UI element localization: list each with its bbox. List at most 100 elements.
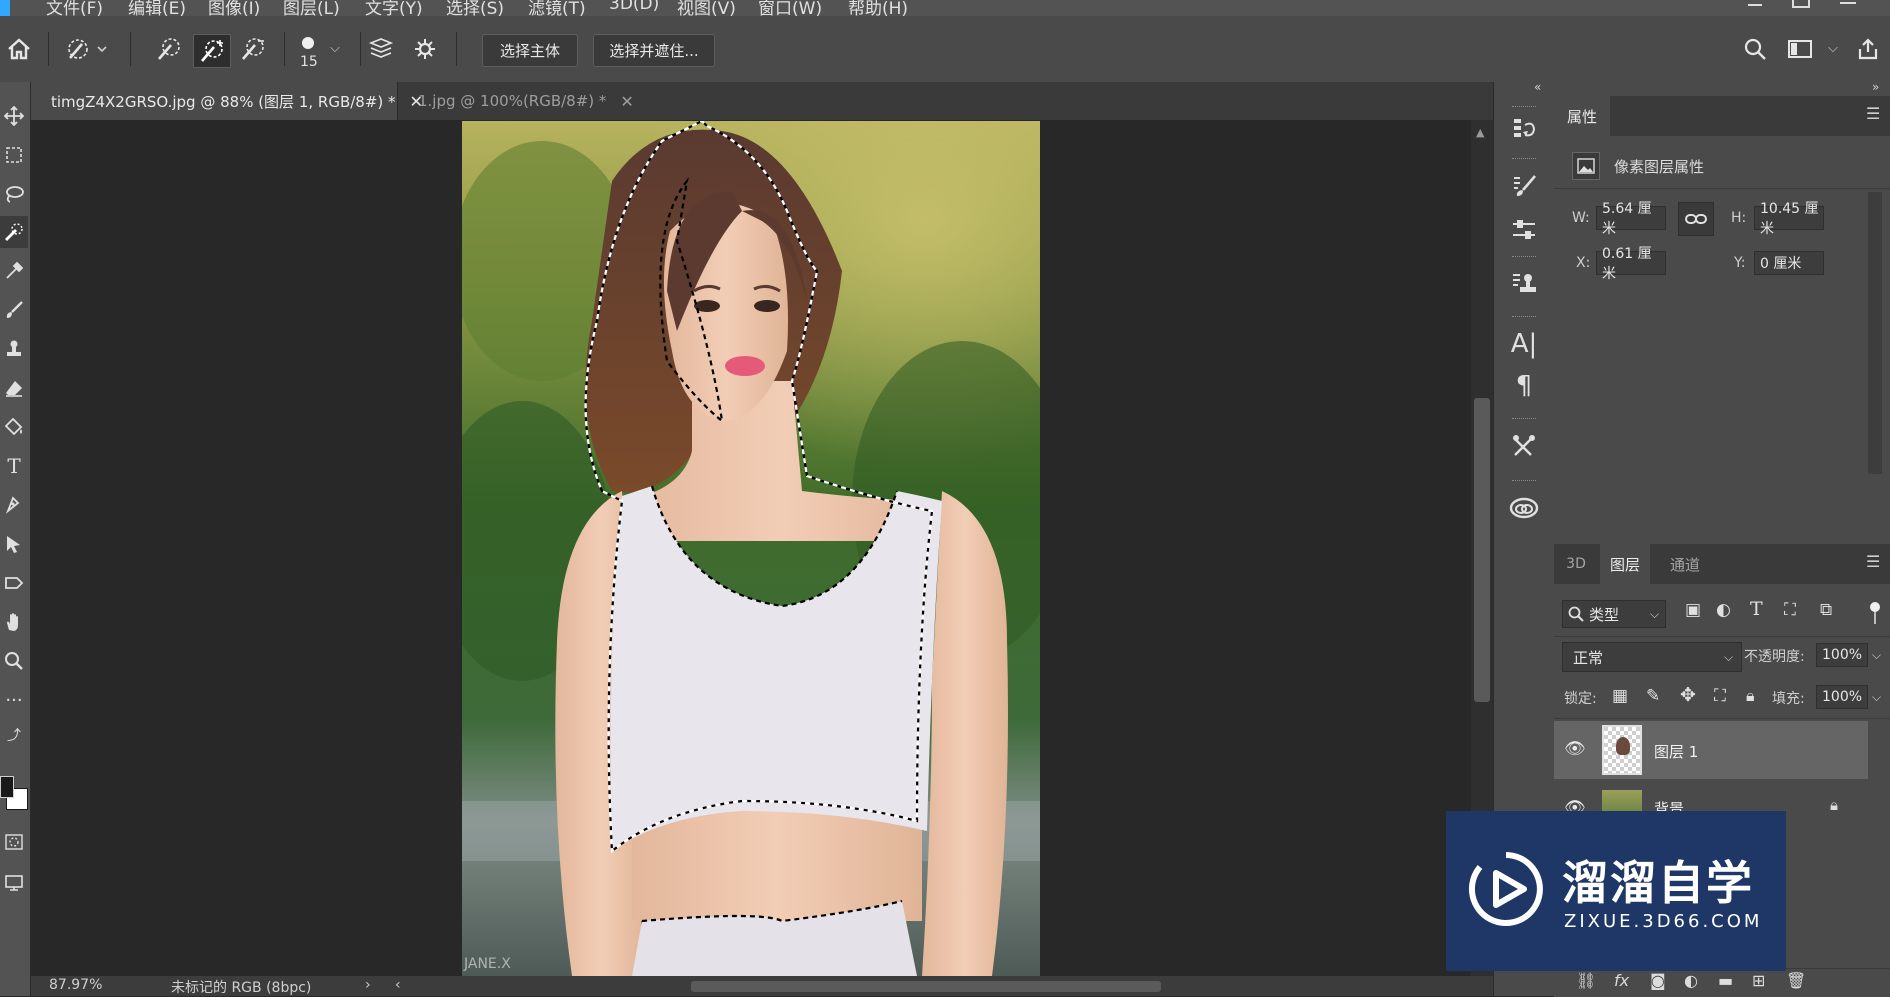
height-field[interactable]: 10.45 厘米: [1754, 201, 1824, 237]
new-selection-icon[interactable]: [152, 34, 186, 64]
more-tools-icon[interactable]: ···: [0, 684, 28, 716]
link-dimensions-icon[interactable]: [1678, 202, 1714, 236]
menu-file[interactable]: 文件(F): [46, 0, 103, 16]
history-icon[interactable]: [1504, 110, 1544, 146]
menu-window[interactable]: 窗口(W): [758, 0, 822, 16]
panel-menu-icon[interactable]: ☰: [1866, 104, 1880, 123]
swap-colors-icon[interactable]: ⤴: [0, 724, 28, 746]
scroll-left-icon[interactable]: ‹: [395, 977, 401, 993]
y-field[interactable]: 0 厘米: [1754, 251, 1824, 275]
menu-select[interactable]: 选择(S): [446, 0, 504, 16]
menu-layer[interactable]: 图层(L): [283, 0, 340, 16]
new-layer-icon[interactable]: ⊞: [1752, 971, 1765, 990]
adjustment-layer-icon[interactable]: ◐: [1684, 971, 1698, 990]
stamp-tool-icon[interactable]: [0, 333, 28, 365]
chevron-down-icon[interactable]: ⌵: [1828, 41, 1838, 56]
blend-mode-dropdown[interactable]: 正常: [1562, 642, 1742, 672]
home-icon[interactable]: [4, 34, 34, 64]
properties-scrollbar[interactable]: [1868, 192, 1882, 474]
zoom-level[interactable]: 87.97%: [49, 977, 102, 993]
marquee-tool-icon[interactable]: [0, 139, 28, 171]
vertical-scrollbar-thumb[interactable]: [1474, 398, 1490, 702]
enhance-edge-icon[interactable]: [410, 34, 440, 64]
select-subject-button[interactable]: 选择主体: [482, 34, 578, 67]
libraries-icon[interactable]: [1504, 490, 1544, 526]
eye-icon[interactable]: 👁︎: [1564, 739, 1586, 759]
lock-artboard-icon[interactable]: ⛶: [1714, 686, 1726, 706]
lock-all-icon[interactable]: 🔒︎: [1746, 686, 1755, 706]
expand-icon[interactable]: »: [1872, 80, 1879, 94]
move-tool-icon[interactable]: [0, 100, 28, 132]
menu-help[interactable]: 帮助(H): [848, 0, 908, 16]
paint-bucket-tool-icon[interactable]: [0, 411, 28, 443]
filter-adjustment-icon[interactable]: ◐: [1716, 600, 1731, 620]
add-mask-icon[interactable]: ◙: [1650, 971, 1666, 990]
eyedropper-tool-icon[interactable]: [0, 255, 28, 287]
restore-button[interactable]: [1792, 0, 1810, 8]
link-layers-icon[interactable]: ⛓︎: [1576, 971, 1596, 990]
select-and-mask-button[interactable]: 选择并遮住...: [593, 34, 715, 67]
sample-all-layers-icon[interactable]: [366, 34, 396, 64]
scroll-up-icon[interactable]: ▲: [1476, 126, 1484, 139]
panel-menu-icon[interactable]: ☰: [1866, 552, 1880, 571]
paragraph-icon[interactable]: ¶: [1504, 368, 1544, 404]
tools-preset-icon[interactable]: [1504, 428, 1544, 464]
chevron-down-icon[interactable]: ⌵: [1872, 690, 1881, 705]
menu-3d[interactable]: 3D(D): [609, 0, 659, 14]
fx-icon[interactable]: fx: [1614, 971, 1629, 990]
fill-field[interactable]: 100%: [1816, 685, 1868, 709]
zoom-tool-icon[interactable]: [0, 645, 28, 677]
filter-shape-icon[interactable]: ⛶: [1784, 600, 1796, 620]
hand-tool-icon[interactable]: [0, 606, 28, 638]
layer-row[interactable]: 👁︎ 图层 1: [1554, 721, 1868, 779]
chevron-right-icon[interactable]: ›: [365, 977, 371, 993]
clone-source-icon[interactable]: [1504, 266, 1544, 302]
menu-type[interactable]: 文字(Y): [365, 0, 423, 16]
tab-properties[interactable]: 属性: [1554, 96, 1610, 136]
group-folder-icon[interactable]: ▬: [1718, 971, 1733, 990]
lasso-tool-icon[interactable]: [0, 178, 28, 210]
tab-3d[interactable]: 3D: [1554, 544, 1598, 584]
brush-size-dot-icon[interactable]: [302, 37, 314, 49]
close-icon[interactable]: ✕: [620, 92, 633, 111]
shape-tool-icon[interactable]: [0, 567, 28, 599]
tab-1jpg-document[interactable]: 1.jpg @ 100%(RGB/8#) * ✕: [397, 82, 647, 120]
add-to-selection-icon[interactable]: [193, 34, 231, 68]
tab-channels[interactable]: 通道: [1658, 544, 1712, 584]
brush-settings-icon[interactable]: [1504, 168, 1544, 204]
delete-layer-icon[interactable]: 🗑︎: [1786, 971, 1806, 990]
type-tool-icon[interactable]: T: [0, 450, 28, 482]
menu-view[interactable]: 视图(V): [677, 0, 736, 16]
pen-tool-icon[interactable]: [0, 489, 28, 521]
chevron-down-icon[interactable]: ⌵: [330, 41, 340, 56]
chevron-down-icon[interactable]: ⌵: [1872, 648, 1881, 663]
filter-toggle-icon[interactable]: [1870, 602, 1880, 624]
menu-filter[interactable]: 滤镜(T): [528, 0, 586, 16]
lock-position-icon[interactable]: ✥: [1680, 684, 1696, 706]
filter-type-icon[interactable]: T: [1750, 598, 1763, 620]
layer-name[interactable]: 图层 1: [1654, 741, 1698, 762]
lock-transparent-icon[interactable]: ▦: [1612, 686, 1628, 706]
filter-smart-object-icon[interactable]: ⧉: [1820, 600, 1832, 620]
workspace-icon[interactable]: [1785, 34, 1815, 64]
foreground-color-swatch[interactable]: [0, 776, 14, 798]
x-field[interactable]: 0.61 厘米: [1596, 246, 1666, 282]
subtract-from-selection-icon[interactable]: [236, 34, 270, 64]
menu-edit[interactable]: 编辑(E): [128, 0, 186, 16]
menu-image[interactable]: 图像(I): [208, 0, 260, 16]
quick-mask-icon[interactable]: [0, 826, 28, 858]
filter-pixel-icon[interactable]: ▣: [1685, 600, 1701, 620]
eraser-tool-icon[interactable]: [0, 372, 28, 404]
tab-timg-document[interactable]: timgZ4X2GRSO.jpg @ 88% (图层 1, RGB/8#) * …: [31, 82, 423, 120]
quick-selection-tool-icon[interactable]: [0, 216, 28, 248]
quick-selection-preset-icon[interactable]: [62, 34, 112, 64]
search-icon[interactable]: [1740, 34, 1770, 64]
share-icon[interactable]: [1853, 34, 1883, 64]
opacity-field[interactable]: 100%: [1816, 643, 1868, 667]
width-field[interactable]: 5.64 厘米: [1596, 201, 1666, 237]
horizontal-scrollbar-thumb[interactable]: [691, 981, 1161, 992]
minimize-button[interactable]: [1748, 0, 1762, 6]
tab-layers[interactable]: 图层: [1600, 544, 1650, 584]
close-window-button[interactable]: [1840, 0, 1856, 4]
brush-tool-icon[interactable]: [0, 294, 28, 326]
